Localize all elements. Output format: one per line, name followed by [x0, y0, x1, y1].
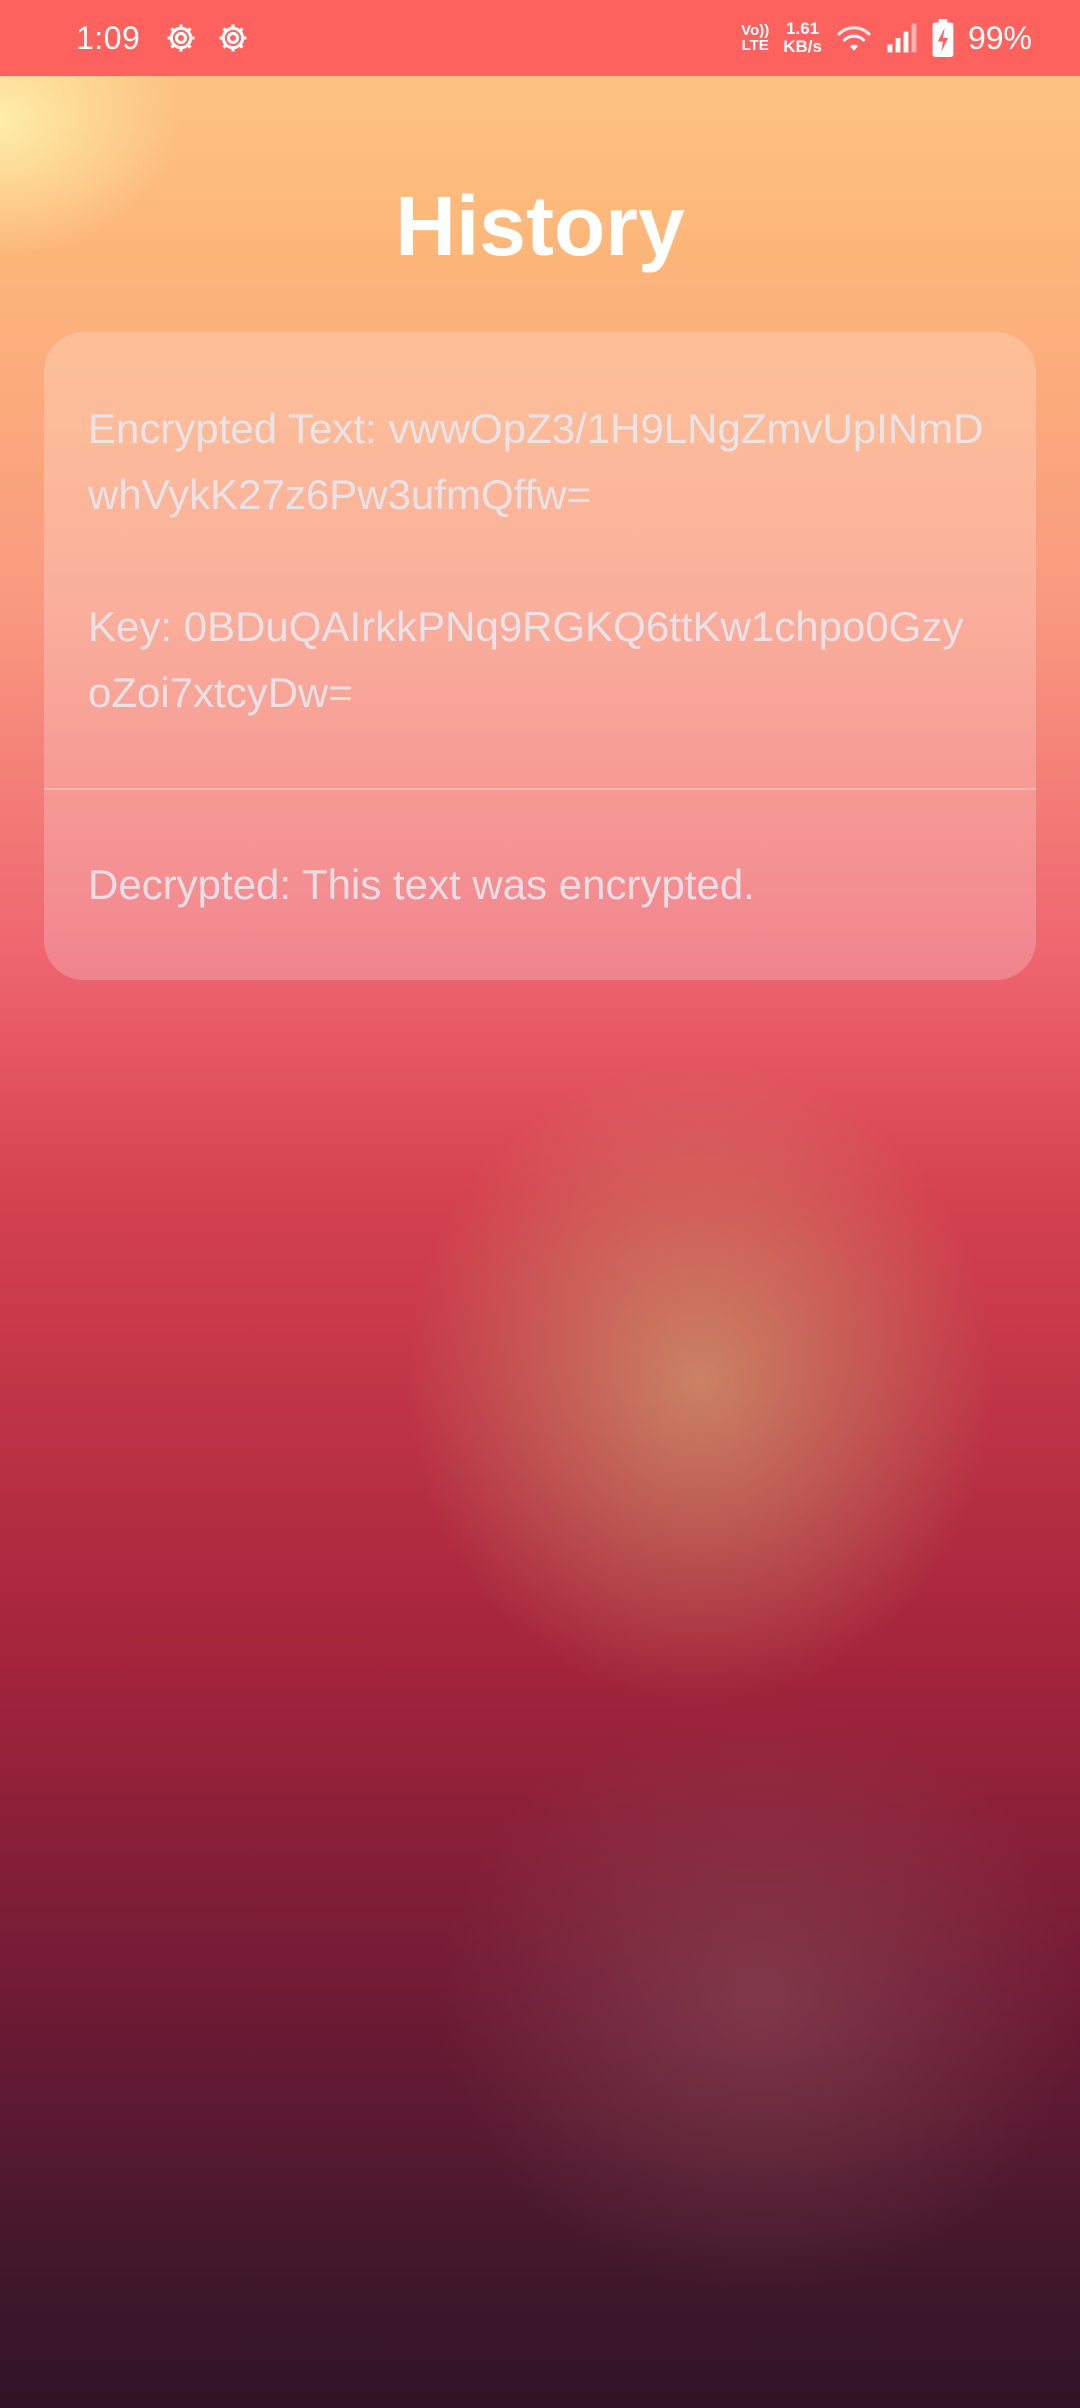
settings-gear-icon — [219, 24, 247, 52]
volte-top: Vo)) — [741, 22, 770, 39]
status-bar: 1:09 Vo)) LTE 1.61 KB/s 99% — [0, 0, 1080, 76]
signal-icon — [887, 23, 917, 53]
network-speed-value: 1.61 — [786, 19, 820, 38]
history-card-result: Decrypted: This text was encrypted. — [44, 790, 1036, 980]
status-left: 1:09 — [76, 20, 250, 57]
decrypted-text: Decrypted: This text was encrypted. — [88, 861, 755, 908]
status-right: Vo)) LTE 1.61 KB/s 99% — [741, 19, 1032, 57]
encryption-key: Key: 0BDuQAIrkkPNq9RGKQ6ttKw1chpo0GzyoZo… — [88, 603, 964, 716]
status-time: 1:09 — [76, 19, 141, 56]
volte-indicator: Vo)) LTE — [741, 23, 769, 53]
network-speed-unit: KB/s — [783, 37, 822, 56]
battery-percentage: 99% — [967, 19, 1032, 56]
page-title: History — [395, 179, 685, 273]
history-card-details: Encrypted Text: vwwOpZ3/1H9LNgZmvUpINmDw… — [44, 332, 1036, 788]
battery-charging-icon — [932, 19, 954, 57]
wifi-icon — [837, 26, 871, 51]
volte-bottom: LTE — [741, 37, 769, 54]
network-speed: 1.61 KB/s — [783, 20, 822, 56]
history-card[interactable]: Encrypted Text: vwwOpZ3/1H9LNgZmvUpINmDw… — [44, 332, 1036, 980]
encrypted-text: Encrypted Text: vwwOpZ3/1H9LNgZmvUpINmDw… — [88, 405, 984, 518]
settings-gear-icon — [167, 24, 195, 52]
